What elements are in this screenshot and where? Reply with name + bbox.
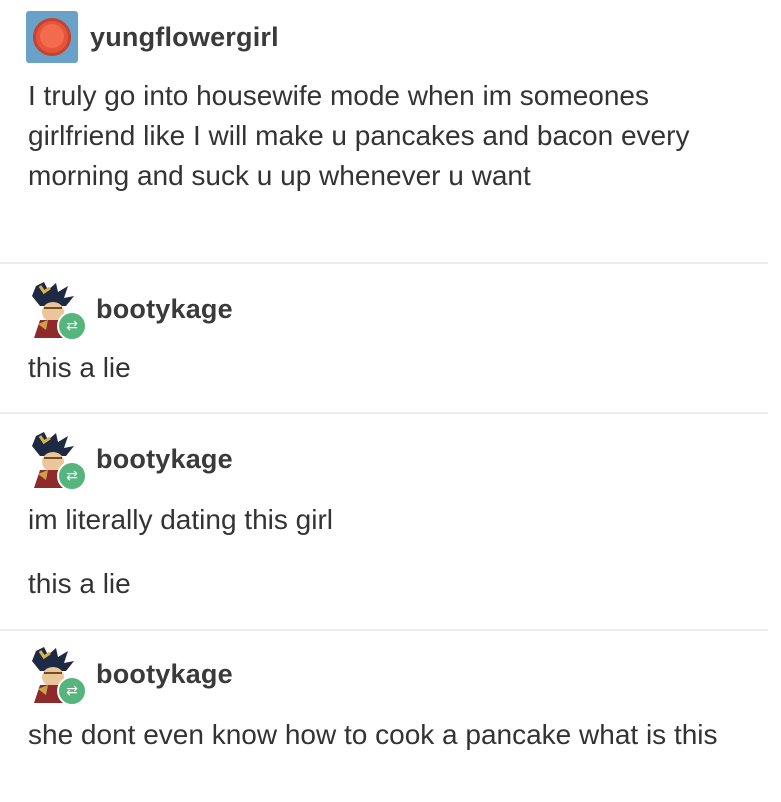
post-body: she dont even know how to cook a pancake… <box>28 715 763 755</box>
orange-circle-avatar-icon[interactable] <box>26 11 78 63</box>
post-paragraph: this a lie <box>28 352 131 383</box>
reblog-icon: ⇄ <box>57 676 87 706</box>
username-link[interactable]: yungflowergirl <box>90 22 279 53</box>
post-header: yungflowergirl <box>26 11 279 63</box>
reblog-icon: ⇄ <box>57 461 87 491</box>
anime-figure-avatar-icon[interactable]: ⇄ <box>26 280 87 341</box>
divider <box>0 629 768 631</box>
username-link[interactable]: bootykage <box>96 659 233 690</box>
reblog-icon: ⇄ <box>57 311 87 341</box>
post-body: I truly go into housewife mode when im s… <box>28 76 763 196</box>
post-body: this a lie <box>28 348 763 388</box>
post-paragraph: im literally dating this girl <box>28 504 333 535</box>
anime-figure-avatar-icon[interactable]: ⇄ <box>26 430 87 491</box>
post-paragraph: she dont even know how to cook a pancake… <box>28 719 718 750</box>
divider <box>0 412 768 414</box>
post-header: ⇄ bootykage <box>26 645 233 706</box>
divider <box>0 262 768 264</box>
post-body: this a lie <box>28 564 763 604</box>
username-link[interactable]: bootykage <box>96 444 233 475</box>
post-paragraph: this a lie <box>28 568 131 599</box>
post-paragraph: I truly go into housewife mode when im s… <box>28 80 690 191</box>
post-body: im literally dating this girl <box>28 500 763 540</box>
anime-figure-avatar-icon[interactable]: ⇄ <box>26 645 87 706</box>
username-link[interactable]: bootykage <box>96 294 233 325</box>
post-header: ⇄ bootykage <box>26 430 233 491</box>
post-header: ⇄ bootykage <box>26 280 233 341</box>
